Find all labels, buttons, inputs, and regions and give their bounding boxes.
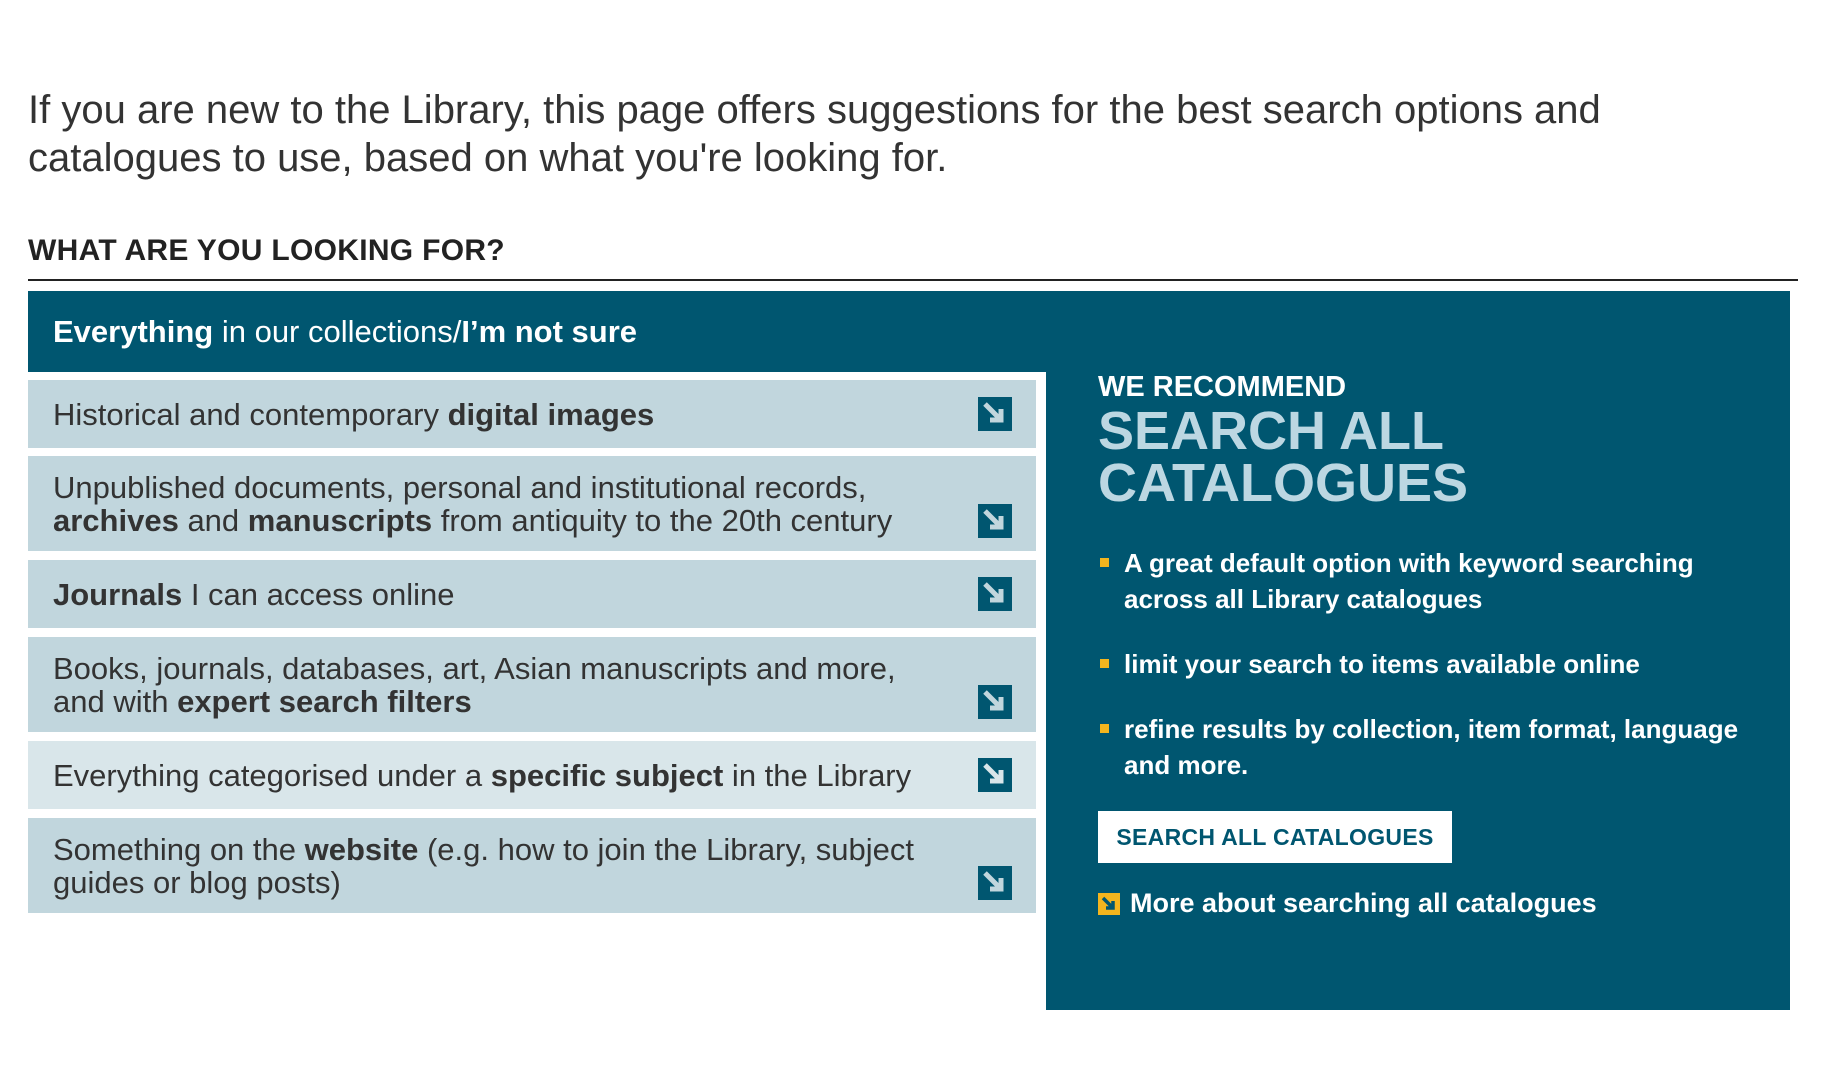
recommend-bullet-text: limit your search to items available onl… xyxy=(1124,649,1640,679)
arrow-down-right-icon xyxy=(978,866,1012,900)
option-everything-bold2: I’m not sure xyxy=(461,313,638,349)
recommend-bullet-text: refine results by collection, item forma… xyxy=(1124,714,1739,780)
option-label-text: Everything categorised under a xyxy=(53,757,491,793)
option-everything[interactable]: Everything in our collections/ I’m not s… xyxy=(28,291,1046,372)
more-about-link[interactable]: More about searching all catalogues xyxy=(1098,888,1597,919)
arrow-down-right-icon xyxy=(978,397,1012,431)
recommend-bullet: refine results by collection, item forma… xyxy=(1098,711,1748,783)
recommend-bullet: limit your search to items available onl… xyxy=(1098,646,1748,682)
option-label-text: from antiquity to the 20th century xyxy=(432,502,893,538)
recommend-bullets: A great default option with keyword sear… xyxy=(1098,545,1748,783)
option-label: Unpublished documents, personal and inst… xyxy=(53,471,946,537)
option-label-text: in the Library xyxy=(723,757,912,793)
arrow-down-right-icon xyxy=(1098,892,1120,915)
recommendation: WE RECOMMEND SEARCH ALL CATALOGUES A gre… xyxy=(1098,371,1748,812)
recommend-kicker: WE RECOMMEND xyxy=(1098,371,1347,403)
option-label: Historical and contemporary digital imag… xyxy=(53,398,654,431)
recommend-bullet: A great default option with keyword sear… xyxy=(1098,545,1748,617)
option-label-bold: digital images xyxy=(447,396,655,432)
option-label-text: Something on the xyxy=(53,831,305,867)
option-label-bold: website xyxy=(304,831,419,867)
option-label-bold: specific subject xyxy=(490,757,724,793)
bullet-icon xyxy=(1100,558,1109,567)
option-label-bold: manuscripts xyxy=(247,502,433,538)
option-label: Journals I can access online xyxy=(53,578,454,611)
search-guide-panel: Everything in our collections/ I’m not s… xyxy=(28,291,1790,1010)
recommend-title: SEARCH ALL CATALOGUES xyxy=(1098,401,1468,513)
section-heading: WHAT ARE YOU LOOKING FOR? xyxy=(28,234,505,267)
heading-divider xyxy=(28,279,1798,281)
option-expert-search[interactable]: Books, journals, databases, art, Asian m… xyxy=(28,637,1036,732)
option-label: Books, journals, databases, art, Asian m… xyxy=(53,652,946,718)
option-label-bold: expert search filters xyxy=(177,683,472,719)
arrow-down-right-icon xyxy=(978,504,1012,538)
option-digital-images[interactable]: Historical and contemporary digital imag… xyxy=(28,380,1036,448)
bullet-icon xyxy=(1100,659,1109,668)
intro-text: If you are new to the Library, this page… xyxy=(28,88,1601,180)
option-label-bold: archives xyxy=(53,502,179,538)
option-label-text: Historical and contemporary xyxy=(53,396,448,432)
arrow-down-right-icon xyxy=(978,758,1012,792)
option-archives-manuscripts[interactable]: Unpublished documents, personal and inst… xyxy=(28,456,1036,551)
option-everything-bold1: Everything xyxy=(53,313,214,349)
option-label-text: and xyxy=(178,502,248,538)
option-specific-subject[interactable]: Everything categorised under a specific … xyxy=(28,741,1036,809)
option-label: Everything categorised under a specific … xyxy=(53,759,911,792)
option-label-bold: Journals xyxy=(53,576,183,612)
arrow-down-right-icon xyxy=(978,577,1012,611)
more-about-link-label: More about searching all catalogues xyxy=(1130,888,1597,918)
search-all-catalogues-button[interactable]: SEARCH ALL CATALOGUES xyxy=(1098,811,1452,863)
recommend-bullet-text: A great default option with keyword sear… xyxy=(1124,548,1694,614)
option-label: Something on the website (e.g. how to jo… xyxy=(53,833,946,899)
arrow-down-right-icon xyxy=(978,685,1012,719)
option-everything-text: in our collections/ xyxy=(213,313,462,349)
options-list: Historical and contemporary digital imag… xyxy=(28,372,1046,1010)
option-journals-online[interactable]: Journals I can access online xyxy=(28,560,1036,628)
bullet-icon xyxy=(1100,724,1109,733)
option-label-text: Unpublished documents, personal and inst… xyxy=(53,469,867,505)
option-label-text: I can access online xyxy=(182,576,455,612)
option-website[interactable]: Something on the website (e.g. how to jo… xyxy=(28,818,1036,913)
